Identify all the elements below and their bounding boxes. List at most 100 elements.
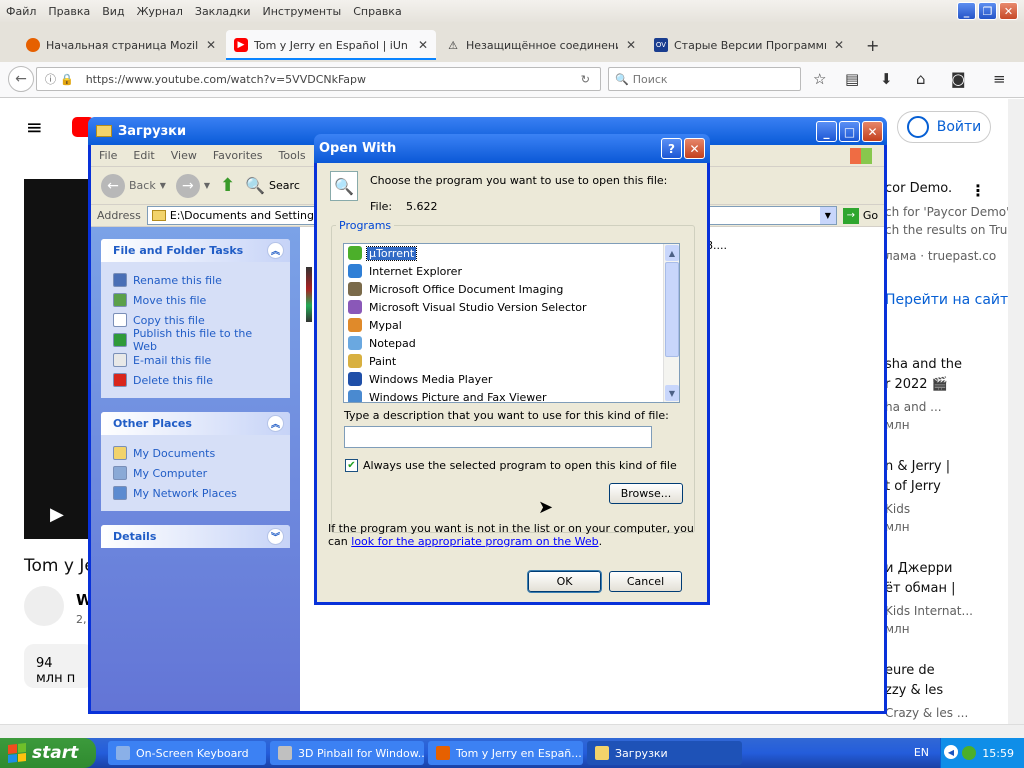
go-button[interactable]: Go <box>863 209 878 222</box>
close-icon[interactable]: ✕ <box>206 38 216 52</box>
back-arrow-icon[interactable]: ← <box>8 66 34 92</box>
menu-view[interactable]: View <box>163 149 205 162</box>
checkbox-checked-icon[interactable]: ✔ <box>345 459 358 472</box>
close-icon[interactable]: ✕ <box>834 38 844 52</box>
close-button[interactable]: ✕ <box>862 121 883 142</box>
task-item[interactable]: My Documents <box>113 443 278 463</box>
program-item[interactable]: µTorrent <box>344 244 679 262</box>
url-bar[interactable]: ⓘ 🔒 https://www.youtube.com/watch?v=5VVD… <box>36 67 601 91</box>
program-item[interactable]: Microsoft Office Document Imaging <box>344 280 679 298</box>
chevron-down-icon[interactable]: ▼ <box>819 207 836 224</box>
up-folder-button[interactable]: ⬆ <box>220 175 235 196</box>
menu-history[interactable]: Журнал <box>131 5 189 18</box>
reload-icon[interactable]: ↻ <box>581 73 590 86</box>
info-icon[interactable]: ⓘ <box>45 71 56 87</box>
tab-youtube[interactable]: ▶ Tom y Jerry en Español | iUn ... ✕ <box>226 30 436 60</box>
scroll-down-icon[interactable]: ▼ <box>665 385 679 401</box>
menu-file[interactable]: File <box>91 149 125 162</box>
task-item[interactable]: My Computer <box>113 463 278 483</box>
search-bar[interactable]: 🔍 Поиск <box>608 67 801 91</box>
login-button[interactable]: Войти <box>897 111 991 143</box>
file-thumbnail[interactable] <box>306 267 312 322</box>
channel-avatar[interactable] <box>24 586 64 626</box>
close-button[interactable]: ✕ <box>999 2 1018 20</box>
pocket-icon[interactable]: ◙ <box>951 70 966 88</box>
horizontal-scrollbar[interactable] <box>0 724 1024 738</box>
download-icon[interactable]: ⬇ <box>880 70 893 88</box>
scroll-up-icon[interactable]: ▲ <box>665 245 679 261</box>
close-button[interactable]: ✕ <box>684 138 705 159</box>
hamburger-menu-icon[interactable]: ≡ <box>993 70 1006 88</box>
web-search-link[interactable]: look for the appropriate program on the … <box>351 535 598 548</box>
reading-list-icon[interactable]: ▤ <box>845 70 859 88</box>
menu-help[interactable]: Справка <box>347 5 407 18</box>
program-item[interactable]: Internet Explorer <box>344 262 679 280</box>
task-item[interactable]: My Network Places <box>113 483 278 503</box>
start-button[interactable]: start <box>0 738 96 768</box>
taskbar-button[interactable]: Tom y Jerry en Españ... <box>428 741 583 765</box>
cancel-button[interactable]: Cancel <box>609 571 682 592</box>
go-arrow-icon[interactable]: → <box>842 207 859 224</box>
home-icon[interactable]: ⌂ <box>916 70 926 88</box>
taskbar-button[interactable]: Загрузки <box>587 741 742 765</box>
programs-list[interactable]: µTorrent Internet Explorer Microsoft Offic… <box>343 243 680 403</box>
back-button[interactable]: ← Back ▼ <box>101 173 166 198</box>
details-header[interactable]: Details ︾ <box>101 525 290 548</box>
minimize-button[interactable]: _ <box>816 121 837 142</box>
help-button[interactable]: ? <box>661 138 682 159</box>
taskbar-button[interactable]: On-Screen Keyboard <box>108 741 266 765</box>
forward-button[interactable]: → ▼ <box>175 173 210 198</box>
taskbar-button[interactable]: 3D Pinball for Window... <box>270 741 424 765</box>
chevron-up-icon[interactable]: ︽ <box>267 242 284 259</box>
play-icon[interactable]: ▶ <box>50 504 64 525</box>
maximize-button[interactable]: □ <box>839 121 860 142</box>
lock-icon[interactable]: 🔒 <box>60 73 74 86</box>
tray-collapse-icon[interactable]: ◀ <box>944 745 958 759</box>
chevron-down-icon[interactable]: ︾ <box>267 528 284 545</box>
video-player[interactable]: ▶ <box>24 179 94 539</box>
more-options-icon[interactable]: ⋮ <box>970 181 986 200</box>
task-item[interactable]: Publish this file to the Web <box>113 327 278 353</box>
task-item[interactable]: Rename this file <box>113 270 278 290</box>
tab-insecure-connection[interactable]: ⚠ Незащищённое соединение ✕ <box>438 30 644 60</box>
program-item[interactable]: Microsoft Visual Studio Version Selector <box>344 298 679 316</box>
scroll-thumb[interactable] <box>665 262 679 357</box>
visit-site-link[interactable]: Перейти на сайт <box>885 292 1008 308</box>
task-item[interactable]: Delete this file <box>113 370 278 390</box>
close-icon[interactable]: ✕ <box>626 38 636 52</box>
menu-view[interactable]: Вид <box>96 5 130 18</box>
page-scrollbar[interactable] <box>1008 99 1024 724</box>
menu-edit[interactable]: Правка <box>42 5 96 18</box>
task-item[interactable]: E-mail this file <box>113 350 278 370</box>
menu-favorites[interactable]: Favorites <box>205 149 271 162</box>
new-tab-button[interactable]: + <box>866 36 879 55</box>
menu-bookmarks[interactable]: Закладки <box>189 5 257 18</box>
menu-file[interactable]: Файл <box>0 5 42 18</box>
programs-scrollbar[interactable]: ▲ ▼ <box>663 244 679 402</box>
program-item[interactable]: Windows Media Player <box>344 370 679 388</box>
restore-button[interactable]: ❐ <box>978 2 997 20</box>
menu-edit[interactable]: Edit <box>125 149 162 162</box>
utorrent-tray-icon[interactable] <box>962 746 977 760</box>
description-input[interactable] <box>344 426 652 448</box>
search-button[interactable]: 🔍 Searc <box>245 176 300 195</box>
close-icon[interactable]: ✕ <box>418 38 428 52</box>
tab-old-versions[interactable]: OV Старые Версии Программно ... ✕ <box>646 30 852 60</box>
tab-mozilla-start[interactable]: Начальная страница Mozilla ... ✕ <box>18 30 224 60</box>
description-box[interactable]: 94 млн п <box>24 644 94 688</box>
star-icon[interactable]: ☆ <box>813 70 826 88</box>
dialog-titlebar[interactable]: Open With ? ✕ <box>314 134 710 163</box>
language-indicator[interactable]: EN <box>914 746 929 759</box>
hamburger-menu-icon[interactable]: ≡ <box>26 115 43 139</box>
file-folder-tasks-header[interactable]: File and Folder Tasks ︽ <box>101 239 290 262</box>
program-item[interactable]: Mypal <box>344 316 679 334</box>
task-item[interactable]: Move this file <box>113 290 278 310</box>
minimize-button[interactable]: _ <box>957 2 976 20</box>
program-item[interactable]: Paint <box>344 352 679 370</box>
always-use-checkbox[interactable]: ✔ Always use the selected program to ope… <box>345 459 677 472</box>
program-item[interactable]: Windows Picture and Fax Viewer <box>344 388 679 402</box>
menu-tools[interactable]: Tools <box>271 149 314 162</box>
menu-tools[interactable]: Инструменты <box>257 5 348 18</box>
other-places-header[interactable]: Other Places ︽ <box>101 412 290 435</box>
ok-button[interactable]: OK <box>527 570 602 593</box>
